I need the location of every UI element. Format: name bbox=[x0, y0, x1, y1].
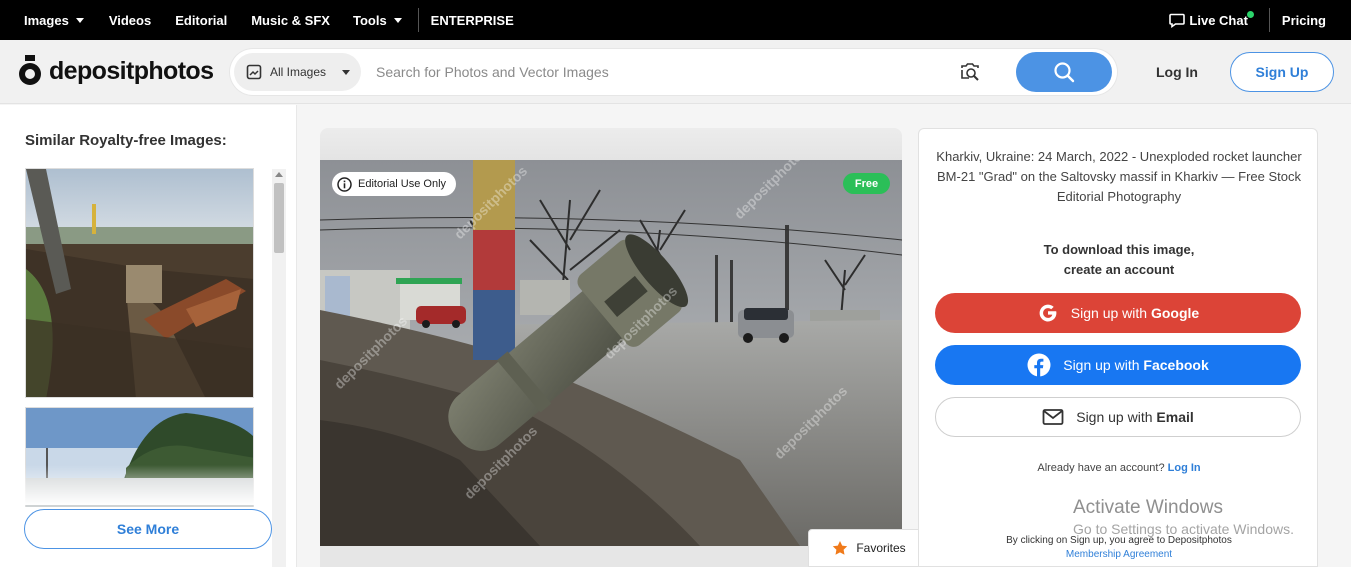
signup-button[interactable]: Sign Up bbox=[1230, 52, 1334, 92]
chevron-down-icon bbox=[75, 17, 84, 23]
panel-login-link[interactable]: Log In bbox=[1168, 462, 1201, 474]
favorites-button[interactable]: Favorites bbox=[808, 529, 930, 567]
signup-google-button[interactable]: Sign up with Google bbox=[935, 293, 1301, 333]
search-bar: All Images bbox=[230, 49, 1117, 95]
chevron-down-icon bbox=[342, 69, 351, 75]
nav-images[interactable]: Images bbox=[24, 13, 84, 28]
membership-agreement-link[interactable]: Membership Agreement bbox=[1066, 549, 1172, 560]
nav-tools[interactable]: Tools bbox=[353, 13, 402, 28]
header: depositphotos All Images Log In Sign Up bbox=[0, 40, 1351, 104]
scroll-up-arrow-icon[interactable] bbox=[275, 172, 283, 177]
signup-email-button[interactable]: Sign up with Email bbox=[935, 397, 1301, 437]
login-link[interactable]: Log In bbox=[1156, 64, 1198, 80]
nav-music-sfx[interactable]: Music & SFX bbox=[251, 13, 330, 28]
mail-icon bbox=[1042, 409, 1064, 425]
top-nav: Images Videos Editorial Music & SFX Tool… bbox=[0, 0, 1351, 40]
search-icon bbox=[1054, 62, 1075, 83]
search-button[interactable] bbox=[1016, 52, 1112, 92]
sidebar-title: Similar Royalty-free Images: bbox=[25, 132, 227, 149]
chevron-down-icon bbox=[393, 17, 402, 23]
nav-divider bbox=[417, 8, 419, 32]
nav-editorial[interactable]: Editorial bbox=[175, 13, 227, 28]
category-select[interactable]: All Images bbox=[234, 53, 361, 91]
similar-image-thumbnail[interactable] bbox=[25, 168, 254, 398]
nav-divider bbox=[1268, 8, 1270, 32]
chat-icon bbox=[1169, 13, 1186, 28]
live-chat-link[interactable]: Live Chat bbox=[1169, 10, 1254, 28]
similar-images-sidebar: Similar Royalty-free Images: See More bbox=[0, 105, 297, 567]
online-indicator bbox=[1246, 10, 1254, 18]
search-input[interactable] bbox=[376, 53, 936, 91]
image-description: Kharkiv, Ukraine: 24 March, 2022 - Unexp… bbox=[936, 149, 1302, 204]
nav-videos[interactable]: Videos bbox=[109, 13, 151, 28]
scrollbar-thumb[interactable] bbox=[274, 183, 284, 253]
thumbnail-fade bbox=[24, 465, 256, 505]
see-more-button[interactable]: See More bbox=[24, 509, 272, 549]
signup-facebook-button[interactable]: Sign up with Facebook bbox=[935, 345, 1301, 385]
logo-text: depositphotos bbox=[49, 56, 214, 85]
thumbnail-image bbox=[26, 169, 253, 397]
google-icon bbox=[1039, 304, 1057, 322]
info-icon bbox=[337, 176, 352, 192]
nav-enterprise[interactable]: ENTERPRISE bbox=[431, 13, 514, 28]
editorial-use-badge: Editorial Use Only bbox=[332, 172, 457, 196]
depositphotos-logo-icon bbox=[19, 55, 41, 85]
activate-windows-watermark: Activate Windows Go to Settings to activ… bbox=[1073, 497, 1294, 537]
terms-notice: By clicking on Sign up, you agree to Dep… bbox=[1006, 535, 1232, 560]
image-search-icon[interactable] bbox=[959, 61, 981, 83]
star-icon bbox=[833, 541, 848, 555]
existing-account-prompt: Already have an account? Log In bbox=[1037, 462, 1201, 474]
image-icon bbox=[246, 64, 262, 80]
download-prompt: To download this image, create an accoun… bbox=[1043, 242, 1195, 277]
facebook-icon bbox=[1027, 353, 1051, 377]
sidebar-scrollbar[interactable] bbox=[272, 169, 286, 567]
free-badge: Free bbox=[843, 173, 890, 194]
photo-image: depositphotos depositphotos depositphoto… bbox=[320, 160, 902, 546]
logo[interactable]: depositphotos bbox=[17, 55, 214, 87]
main-photo[interactable]: depositphotos depositphotos depositphoto… bbox=[320, 160, 902, 546]
top-nav-left: Images Videos Editorial Music & SFX Tool… bbox=[0, 0, 514, 40]
nav-pricing[interactable]: Pricing bbox=[1282, 13, 1326, 28]
image-top-bar bbox=[320, 128, 902, 160]
top-nav-right: Live Chat Pricing bbox=[1169, 0, 1351, 40]
